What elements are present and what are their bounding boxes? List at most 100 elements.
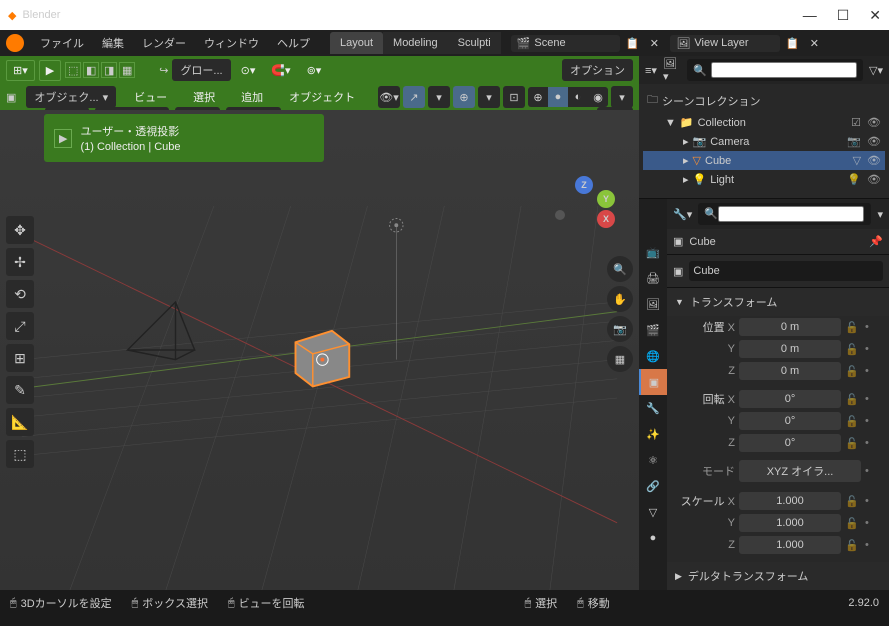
outliner-light[interactable]: ▸💡 Light 💡👁 bbox=[643, 170, 885, 189]
rotate-tool-icon[interactable]: ⟲ bbox=[6, 280, 34, 308]
pivot-icon[interactable]: ⊙▾ bbox=[235, 61, 262, 80]
rotation-y-input[interactable]: 0° bbox=[739, 412, 841, 430]
outliner-camera[interactable]: ▸📷 Camera 📷👁 bbox=[643, 132, 885, 151]
outliner-collection[interactable]: ▼📁 Collection ☑👁 bbox=[643, 113, 885, 132]
props-tab-world-icon[interactable]: 🌐 bbox=[639, 343, 667, 369]
annotate-tool-icon[interactable]: ✎ bbox=[6, 376, 34, 404]
snap-icon[interactable]: 🧲▾ bbox=[265, 61, 296, 80]
eye-icon[interactable]: 👁 bbox=[867, 173, 881, 186]
menu-edit[interactable]: 編集 bbox=[94, 32, 132, 54]
close-button[interactable]: ✕ bbox=[869, 7, 881, 24]
lock-icon[interactable]: 🔓 bbox=[845, 415, 861, 428]
menu-view[interactable]: ビュー bbox=[126, 86, 175, 108]
pan-icon[interactable]: ✋ bbox=[607, 286, 633, 312]
add-cube-tool-icon[interactable]: ⬚ bbox=[6, 440, 34, 468]
cursor-tool-icon[interactable]: ✥ bbox=[6, 216, 34, 244]
material-shading-icon[interactable]: ◐ bbox=[568, 87, 588, 107]
delta-panel-header[interactable]: ▶デルタトランスフォーム bbox=[667, 562, 889, 590]
lock-icon[interactable]: 🔓 bbox=[845, 495, 861, 508]
rotation-z-input[interactable]: 0° bbox=[739, 434, 841, 452]
outliner-scene-collection[interactable]: 🗀 シーンコレクション bbox=[643, 88, 885, 113]
zoom-icon[interactable]: 🔍 bbox=[607, 256, 633, 282]
filter-icon[interactable]: ▽▾ bbox=[869, 64, 883, 77]
measure-tool-icon[interactable]: 📐 bbox=[6, 408, 34, 436]
object-name-input[interactable] bbox=[689, 261, 883, 281]
transform-tool-icon[interactable]: ⊞ bbox=[6, 344, 34, 372]
move-tool-icon[interactable]: ✢ bbox=[6, 248, 34, 276]
props-tab-physics-icon[interactable]: ⚛ bbox=[639, 447, 667, 473]
menu-help[interactable]: ヘルプ bbox=[269, 32, 318, 54]
select-mode-3-icon[interactable]: ◨ bbox=[101, 62, 117, 78]
lock-icon[interactable]: 🔓 bbox=[845, 517, 861, 530]
location-z-input[interactable]: 0 m bbox=[739, 362, 841, 380]
viewlayer-name-input[interactable] bbox=[694, 37, 774, 49]
lock-icon[interactable]: 🔓 bbox=[845, 539, 861, 552]
lock-icon[interactable]: 🔓 bbox=[845, 437, 861, 450]
overlay-dropdown-icon[interactable]: ▾ bbox=[478, 86, 500, 108]
select-mode-2-icon[interactable]: ◧ bbox=[83, 62, 99, 78]
outliner-editor-icon[interactable]: ≡▾ bbox=[645, 64, 657, 77]
menu-object[interactable]: オブジェクト bbox=[281, 86, 363, 108]
cursor-tool-icon[interactable]: ▶ bbox=[39, 60, 61, 81]
outliner-cube[interactable]: ▸▽ Cube ▽👁 bbox=[643, 151, 885, 170]
gizmo-dropdown-icon[interactable]: ▾ bbox=[428, 86, 450, 108]
menu-window[interactable]: ウィンドウ bbox=[196, 32, 267, 54]
props-tab-output-icon[interactable]: 🖨 bbox=[639, 265, 667, 291]
outliner-search-input[interactable] bbox=[711, 62, 857, 78]
eye-icon[interactable]: 👁 bbox=[867, 154, 881, 167]
view-selector-icon[interactable]: 👁▾ bbox=[378, 86, 400, 108]
scene-close-icon[interactable]: ✕ bbox=[644, 33, 664, 53]
select-mode-4-icon[interactable]: ▦ bbox=[119, 62, 135, 78]
scale-tool-icon[interactable]: ⤢ bbox=[6, 312, 34, 340]
props-tab-scene-icon[interactable]: 🎬 bbox=[639, 317, 667, 343]
props-tab-modifiers-icon[interactable]: 🔧 bbox=[639, 395, 667, 421]
display-mode-icon[interactable]: 🖼▾ bbox=[663, 57, 681, 83]
axis-x-icon[interactable]: X bbox=[597, 210, 615, 228]
layer-browse-icon[interactable]: 📋 bbox=[782, 33, 802, 53]
checkbox-icon[interactable]: ☑ bbox=[851, 116, 861, 129]
blender-logo-icon[interactable] bbox=[6, 34, 24, 52]
axis-y-icon[interactable]: Y bbox=[597, 190, 615, 208]
options-dropdown[interactable]: オプション bbox=[562, 59, 633, 81]
menu-add[interactable]: 追加 bbox=[233, 86, 271, 108]
shading-dropdown-icon[interactable]: ▾ bbox=[611, 86, 633, 108]
camera-data-icon[interactable]: 📷 bbox=[847, 135, 861, 148]
menu-file[interactable]: ファイル bbox=[32, 32, 92, 54]
lock-icon[interactable]: 🔓 bbox=[845, 365, 861, 378]
props-tab-particles-icon[interactable]: ✨ bbox=[639, 421, 667, 447]
tab-layout[interactable]: Layout bbox=[330, 32, 383, 54]
wireframe-shading-icon[interactable]: ⊕ bbox=[528, 87, 548, 107]
eye-icon[interactable]: 👁 bbox=[867, 135, 881, 148]
proportional-icon[interactable]: ⊚▾ bbox=[301, 61, 328, 80]
cube-object[interactable] bbox=[296, 331, 350, 387]
xray-icon[interactable]: ⊡ bbox=[503, 86, 525, 108]
rotation-x-input[interactable]: 0° bbox=[739, 390, 841, 408]
solid-shading-icon[interactable]: ● bbox=[548, 87, 568, 107]
menu-render[interactable]: レンダー bbox=[134, 32, 194, 54]
props-tab-data-icon[interactable]: ▽ bbox=[639, 499, 667, 525]
light-object[interactable] bbox=[390, 218, 403, 359]
orientation-dropdown[interactable]: グロー... bbox=[172, 59, 230, 81]
select-mode-1-icon[interactable]: ⬚ bbox=[65, 62, 81, 78]
props-options-icon[interactable]: ▾ bbox=[877, 208, 883, 221]
props-search-input[interactable] bbox=[718, 206, 864, 222]
rendered-shading-icon[interactable]: ◉ bbox=[588, 87, 608, 107]
gizmo-toggle-icon[interactable]: ↗ bbox=[403, 86, 425, 108]
light-data-icon[interactable]: 💡 bbox=[847, 173, 861, 186]
transform-panel-header[interactable]: ▼トランスフォーム bbox=[667, 288, 889, 316]
mode-dropdown[interactable]: オブジェク... ▾ bbox=[26, 86, 116, 108]
pin-icon[interactable]: 📌 bbox=[869, 235, 883, 248]
props-editor-icon[interactable]: 🔧▾ bbox=[673, 208, 692, 221]
props-tab-render-icon[interactable]: 📺 bbox=[639, 239, 667, 265]
axis-gizmo[interactable]: Z Y X bbox=[555, 176, 615, 236]
scale-y-input[interactable]: 1.000 bbox=[739, 514, 841, 532]
axis-z-icon[interactable]: Z bbox=[575, 176, 593, 194]
scale-z-input[interactable]: 1.000 bbox=[739, 536, 841, 554]
overlay-toggle-icon[interactable]: ⊕ bbox=[453, 86, 475, 108]
maximize-button[interactable]: ☐ bbox=[837, 7, 850, 24]
editor-type-icon[interactable]: ⊞▾ bbox=[6, 60, 35, 81]
perspective-icon[interactable]: ▦ bbox=[607, 346, 633, 372]
tab-modeling[interactable]: Modeling bbox=[383, 32, 448, 54]
scene-name-input[interactable] bbox=[534, 37, 614, 49]
eye-icon[interactable]: 👁 bbox=[867, 116, 881, 129]
